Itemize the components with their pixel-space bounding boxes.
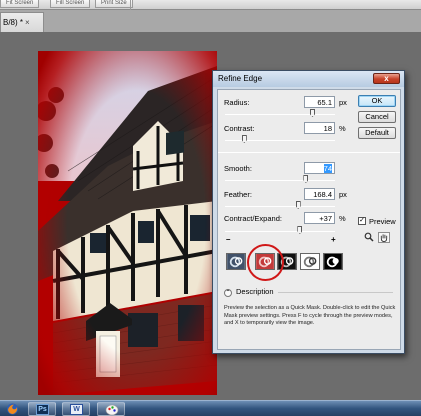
description-rule — [278, 292, 393, 293]
contrast-unit: % — [339, 124, 346, 133]
radius-slider-track[interactable] — [225, 114, 335, 115]
radius-unit: px — [339, 98, 347, 107]
description-header[interactable]: ⌃ Description — [224, 287, 274, 297]
smooth-slider-track[interactable] — [225, 180, 335, 181]
options-separator — [130, 0, 131, 10]
preview-checkbox[interactable]: ✓ — [358, 217, 366, 225]
contrast-field[interactable]: 18 — [304, 122, 335, 134]
contract-expand-slider-track[interactable] — [225, 231, 335, 232]
dialog-title: Refine Edge — [218, 74, 263, 83]
feather-unit: px — [339, 190, 347, 199]
house-photo — [38, 51, 217, 395]
dialog-close-button[interactable]: x — [373, 73, 400, 84]
radius-label: Radius: — [224, 98, 250, 107]
preview-mode-standard[interactable] — [226, 253, 246, 270]
paint-taskbar-button[interactable] — [97, 402, 125, 416]
smooth-label: Smooth: — [224, 164, 252, 173]
close-tab-icon[interactable]: × — [25, 18, 30, 27]
ok-button[interactable]: OK — [358, 95, 396, 107]
photoshop-taskbar-button[interactable]: Ps — [28, 402, 56, 416]
preview-mode-on-white[interactable] — [300, 253, 320, 270]
smooth-slider-thumb[interactable] — [303, 175, 309, 183]
smooth-field-value: 74 — [323, 164, 332, 173]
contract-expand-unit: % — [339, 214, 346, 223]
word-icon: W — [70, 404, 83, 415]
zoom-icon[interactable] — [363, 232, 375, 243]
smooth-field[interactable]: 74 — [304, 162, 335, 174]
fill-screen-button[interactable]: Fill Screen — [50, 0, 91, 8]
paint-icon — [105, 404, 119, 416]
preview-label: Preview — [369, 217, 396, 226]
contract-expand-field[interactable]: +37 — [304, 212, 335, 224]
document-tab[interactable]: B/8) * × — [0, 12, 44, 32]
radius-field[interactable]: 65.1 — [304, 96, 335, 108]
cancel-button[interactable]: Cancel — [358, 111, 396, 123]
plus-label: + — [331, 235, 336, 244]
radius-slider-thumb[interactable] — [310, 109, 315, 117]
fit-screen-button[interactable]: Fit Screen — [0, 0, 40, 8]
firefox-icon[interactable] — [6, 403, 19, 415]
default-button[interactable]: Default — [358, 127, 396, 139]
refine-edge-dialog: Refine Edge x Radius: 65.1 px Contrast: … — [212, 70, 405, 354]
feather-field[interactable]: 168.4 — [304, 188, 335, 200]
document-tab-label: B/8) * — [3, 18, 24, 27]
highlight-circle — [247, 244, 284, 281]
hand-icon[interactable] — [378, 232, 390, 243]
house-illustration — [38, 51, 217, 395]
section-divider — [218, 152, 400, 153]
word-taskbar-button[interactable]: W — [62, 402, 90, 416]
document-tab-strip: B/8) * × — [0, 10, 421, 32]
taskbar: Ps W — [0, 400, 421, 416]
description-text: Preview the selection as a Quick Mask. D… — [224, 305, 396, 326]
contrast-slider-thumb[interactable] — [241, 135, 247, 143]
contrast-label: Contrast: — [224, 124, 255, 133]
photoshop-icon: Ps — [36, 404, 49, 415]
contract-expand-label: Contract/Expand: — [224, 214, 282, 223]
feather-slider-thumb[interactable] — [295, 201, 301, 209]
options-bar: Fit Screen Fill Screen Print Size — [0, 0, 421, 10]
dialog-title-bar[interactable]: Refine Edge x — [213, 71, 404, 87]
contrast-slider-track[interactable] — [225, 140, 335, 141]
feather-slider-track[interactable] — [225, 206, 335, 207]
print-size-button[interactable]: Print Size — [95, 0, 133, 8]
minus-label: – — [226, 235, 231, 244]
dialog-body: Radius: 65.1 px Contrast: 18 % Smooth: 7… — [217, 89, 401, 350]
description-heading: Description — [236, 287, 274, 296]
collapse-icon[interactable]: ⌃ — [224, 289, 232, 297]
contract-expand-slider-thumb[interactable] — [297, 226, 303, 234]
preview-mode-mask[interactable] — [323, 253, 343, 270]
feather-label: Feather: — [224, 190, 252, 199]
